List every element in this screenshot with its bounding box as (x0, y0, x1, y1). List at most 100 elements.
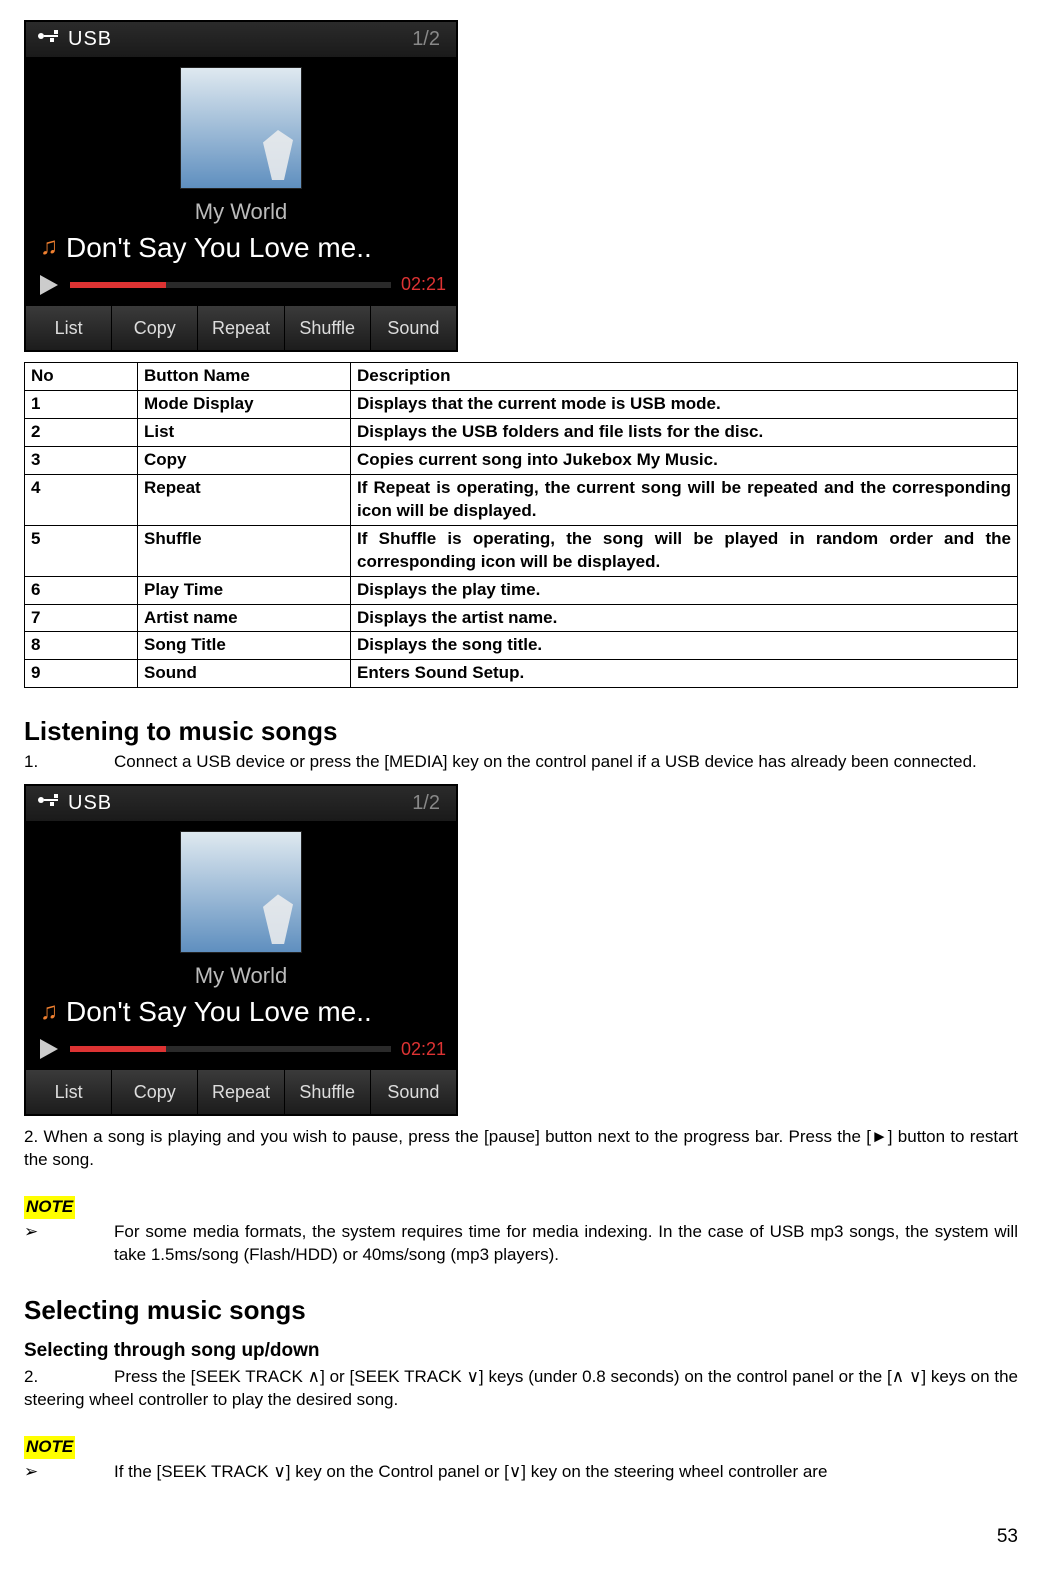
step-1-num: 1. (24, 751, 114, 774)
th-no: No (25, 363, 138, 391)
progress-fill (70, 1046, 166, 1052)
cell-no: 5 (25, 525, 138, 576)
play-icon[interactable] (36, 1037, 60, 1061)
title-row: ♫ Don't Say You Love me.. (26, 227, 456, 269)
table-row: 1 Mode Display Displays that the current… (25, 391, 1018, 419)
cell-name: Copy (138, 446, 351, 474)
album-art-area (26, 821, 456, 957)
progress-bar[interactable] (70, 1046, 391, 1052)
album-art (180, 831, 302, 953)
step-1: 1.Connect a USB device or press the [MED… (24, 751, 1018, 774)
heading-selecting: Selecting music songs (24, 1293, 1018, 1328)
cell-desc: Displays the USB folders and file lists … (351, 418, 1018, 446)
repeat-button[interactable]: Repeat (198, 1070, 284, 1114)
table-row: 7 Artist name Displays the artist name. (25, 604, 1018, 632)
table-row: 4 Repeat If Repeat is operating, the cur… (25, 474, 1018, 525)
cell-no: 7 (25, 604, 138, 632)
cell-desc: Displays the play time. (351, 576, 1018, 604)
cell-name: Play Time (138, 576, 351, 604)
page-number: 53 (24, 1524, 1018, 1550)
step-2: 2. When a song is playing and you wish t… (24, 1126, 1018, 1172)
usb-icon (36, 791, 62, 816)
note-label: NOTE (24, 1196, 75, 1219)
cell-no: 8 (25, 632, 138, 660)
cell-name: Shuffle (138, 525, 351, 576)
note-bullet-icon: ➢ (24, 1461, 114, 1484)
cell-desc: If Shuffle is operating, the song will b… (351, 525, 1018, 576)
play-icon[interactable] (36, 273, 60, 297)
sound-button[interactable]: Sound (371, 1070, 456, 1114)
table-row: 6 Play Time Displays the play time. (25, 576, 1018, 604)
player-mode-label: USB (68, 790, 112, 817)
cell-no: 1 (25, 391, 138, 419)
player-header: USB 1/2 (26, 786, 456, 821)
cell-no: 9 (25, 660, 138, 688)
note-label-2: NOTE (24, 1436, 75, 1459)
list-button[interactable]: List (26, 1070, 112, 1114)
player-mode-label: USB (68, 26, 112, 53)
selecting-step2-body: Press the [SEEK TRACK ∧] or [SEEK TRACK … (24, 1367, 1018, 1409)
cell-no: 2 (25, 418, 138, 446)
note-bullet-icon: ➢ (24, 1221, 114, 1267)
cell-name: Repeat (138, 474, 351, 525)
title-row: ♫ Don't Say You Love me.. (26, 991, 456, 1033)
shuffle-button[interactable]: Shuffle (285, 1070, 371, 1114)
song-title: Don't Say You Love me.. (66, 229, 372, 267)
cell-desc: Displays that the current mode is USB mo… (351, 391, 1018, 419)
player-button-bar: List Copy Repeat Shuffle Sound (26, 1069, 456, 1114)
cell-no: 4 (25, 474, 138, 525)
progress-row: 02:21 (26, 268, 456, 304)
note-row-2: ➢ If the [SEEK TRACK ∨] key on the Contr… (24, 1461, 1018, 1484)
cell-desc: Displays the artist name. (351, 604, 1018, 632)
cell-name: Song Title (138, 632, 351, 660)
step-1-body: Connect a USB device or press the [MEDIA… (114, 752, 977, 771)
copy-button[interactable]: Copy (112, 306, 198, 350)
usb-player-screenshot: USB 1/2 My World ♫ Don't Say You Love me… (24, 20, 458, 352)
button-description-table: No Button Name Description 1 Mode Displa… (24, 362, 1018, 688)
repeat-button[interactable]: Repeat (198, 306, 284, 350)
th-desc: Description (351, 363, 1018, 391)
usb-player-screenshot-2: USB 1/2 My World ♫ Don't Say You Love me… (24, 784, 458, 1116)
cell-name: Mode Display (138, 391, 351, 419)
note-body-2: If the [SEEK TRACK ∨] key on the Control… (114, 1461, 1018, 1484)
track-counter: 1/2 (412, 790, 446, 817)
progress-row: 02:21 (26, 1033, 456, 1069)
copy-button[interactable]: Copy (112, 1070, 198, 1114)
song-title: Don't Say You Love me.. (66, 993, 372, 1031)
album-art-area (26, 57, 456, 193)
selecting-step2: 2.Press the [SEEK TRACK ∧] or [SEEK TRAC… (24, 1366, 1018, 1412)
note-row: ➢ For some media formats, the system req… (24, 1221, 1018, 1267)
cell-name: Artist name (138, 604, 351, 632)
track-counter: 1/2 (412, 26, 446, 53)
cell-desc: Copies current song into Jukebox My Musi… (351, 446, 1018, 474)
subheading-selecting: Selecting through song up/down (24, 1338, 1018, 1364)
album-art (180, 67, 302, 189)
table-row: 3 Copy Copies current song into Jukebox … (25, 446, 1018, 474)
table-header-row: No Button Name Description (25, 363, 1018, 391)
player-mode-area: USB (36, 790, 112, 817)
heading-listening: Listening to music songs (24, 714, 1018, 749)
table-row: 2 List Displays the USB folders and file… (25, 418, 1018, 446)
player-header: USB 1/2 (26, 22, 456, 57)
artist-name: My World (26, 197, 456, 227)
play-time: 02:21 (401, 272, 446, 296)
cell-desc: Displays the song title. (351, 632, 1018, 660)
progress-bar[interactable] (70, 282, 391, 288)
list-button[interactable]: List (26, 306, 112, 350)
cell-desc: If Repeat is operating, the current song… (351, 474, 1018, 525)
th-name: Button Name (138, 363, 351, 391)
cell-no: 3 (25, 446, 138, 474)
player-button-bar: List Copy Repeat Shuffle Sound (26, 305, 456, 350)
usb-icon (36, 27, 62, 52)
shuffle-button[interactable]: Shuffle (285, 306, 371, 350)
artist-name: My World (26, 961, 456, 991)
cell-name: Sound (138, 660, 351, 688)
table-row: 8 Song Title Displays the song title. (25, 632, 1018, 660)
music-note-icon: ♫ (40, 996, 58, 1028)
cell-no: 6 (25, 576, 138, 604)
selecting-step2-num: 2. (24, 1366, 114, 1389)
sound-button[interactable]: Sound (371, 306, 456, 350)
player-mode-area: USB (36, 26, 112, 53)
note-body: For some media formats, the system requi… (114, 1221, 1018, 1267)
play-time: 02:21 (401, 1037, 446, 1061)
